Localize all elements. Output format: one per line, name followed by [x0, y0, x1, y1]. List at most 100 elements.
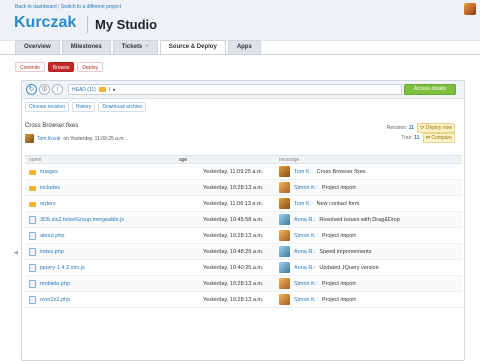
settings-icon[interactable]: ⚙: [39, 84, 50, 95]
file-icon: [29, 231, 36, 240]
user-avatar[interactable]: [464, 3, 476, 15]
file-icon: [29, 279, 36, 288]
cell-age: Yesterday, 10:45:58 a.m.: [203, 216, 264, 223]
switch-project-link[interactable]: Switch to a different project: [61, 4, 121, 10]
cell-age: Yesterday, 10:40:25 a.m.: [203, 264, 264, 271]
back-to-dashboard-link[interactable]: Back to dashboard: [15, 4, 57, 10]
table-row[interactable]: orders Yesterday, 11:06:13 a.m. Tom K.: New…: [25, 196, 462, 212]
tab-source-deploy[interactable]: Source & Deploy: [159, 40, 226, 54]
cell-name: jquery-1.4.2.min.js: [25, 263, 175, 272]
table-row[interactable]: 3D5.sls2.ticketGroup.mergeable.js Yesterd…: [25, 212, 462, 228]
table-body: images Yesterday, 11:09:25 a.m. Tom K.: Cro…: [25, 164, 462, 308]
info-icon[interactable]: i: [52, 84, 63, 95]
tab-overview[interactable]: Overview: [15, 40, 60, 54]
author-link[interactable]: Simon K.:: [294, 281, 318, 287]
top-bar: Back to dashboard | Switch to a differen…: [0, 0, 480, 41]
author-avatar: [279, 278, 290, 289]
cell-name: over2x2.php: [25, 295, 175, 304]
table-header: name age message: [25, 155, 462, 164]
tab-apps[interactable]: Apps: [227, 40, 261, 54]
compare-button[interactable]: ⇄ Compare: [422, 133, 455, 143]
file-name-link[interactable]: jquery-1.4.2.min.js: [40, 265, 85, 271]
column-header-name[interactable]: name: [25, 156, 175, 163]
author-link[interactable]: Anna R.:: [294, 249, 315, 255]
author-link[interactable]: Tom K.:: [294, 169, 313, 175]
cell-name: 3D5.sls2.ticketGroup.mergeable.js: [25, 215, 175, 224]
cell-name: index.php: [25, 247, 175, 256]
tab-tickets[interactable]: Tickets +: [112, 40, 158, 54]
refresh-icon[interactable]: ↻: [26, 84, 37, 95]
file-name-link[interactable]: mobiele.php: [40, 281, 70, 287]
file-name-link[interactable]: 3D5.sls2.ticketGroup.mergeable.js: [40, 217, 124, 223]
cell-message: Anna R.: Updated JQuery version: [275, 262, 462, 273]
subtab-deploy[interactable]: Deploy: [77, 62, 103, 72]
commit-author-line: Tom Koval on Yesterday, 11:09:25 a.m.: [25, 134, 125, 143]
head-revision-label[interactable]: HEAD (11): [72, 85, 96, 95]
cell-name: orders: [25, 200, 175, 207]
column-header-age[interactable]: age: [175, 156, 275, 163]
choose-revision-button[interactable]: Choose revision: [25, 102, 69, 112]
file-name-link[interactable]: orders: [40, 201, 56, 207]
file-name-link[interactable]: about.php: [40, 233, 64, 239]
access-details-button[interactable]: Access details: [404, 84, 456, 95]
author-link[interactable]: Anna R.:: [294, 265, 315, 271]
subtab-commits[interactable]: Commits: [15, 62, 45, 72]
subtab-browse[interactable]: Browse: [47, 62, 75, 72]
file-name-link[interactable]: includes: [40, 185, 60, 191]
author-avatar: [279, 262, 290, 273]
browse-toolbar: ↻ ⚙ i HEAD (11) / ▸ Access details: [22, 81, 464, 99]
table-row[interactable]: jquery-1.4.2.min.js Yesterday, 10:40:25 a…: [25, 260, 462, 276]
file-table: name age message images Yesterday, 11:09:…: [25, 155, 462, 308]
add-ticket-icon[interactable]: +: [145, 41, 149, 54]
tree-label: Tree:: [401, 135, 413, 141]
revision-info: Revision: 11 ⟳ Deploy now Tree: 11 ⇄ Com…: [387, 123, 455, 143]
author-avatar: [279, 182, 290, 193]
commit-author-link[interactable]: Tom Koval: [37, 136, 60, 142]
author-link[interactable]: Tom K.:: [294, 201, 313, 207]
author-link[interactable]: Simon K.:: [294, 185, 318, 191]
download-archive-button[interactable]: Download archive: [98, 102, 147, 112]
cell-age: Yesterday, 10:48:29 a.m.: [203, 248, 264, 255]
table-row[interactable]: over2x2.php Yesterday, 10:28:13 a.m. Simon…: [25, 292, 462, 308]
table-row[interactable]: includes Yesterday, 10:28:13 a.m. Simon K.…: [25, 180, 462, 196]
brand-logo[interactable]: Kurczak: [14, 14, 76, 32]
tab-label: Source & Deploy: [168, 44, 217, 50]
table-row[interactable]: index.php Yesterday, 10:48:29 a.m. Anna R.…: [25, 244, 462, 260]
current-path: /: [108, 86, 111, 93]
top-links: Back to dashboard | Switch to a differen…: [15, 4, 121, 10]
author-link[interactable]: Simon K.:: [294, 297, 318, 303]
table-row[interactable]: mobiele.php Yesterday, 10:28:13 a.m. Simon…: [25, 276, 462, 292]
folder-icon: [98, 87, 106, 92]
history-button[interactable]: History: [71, 102, 96, 112]
cell-message: Simon K.: Project import: [275, 230, 462, 241]
file-name-link[interactable]: images: [40, 169, 58, 175]
main-tabs: Overview Milestones Tickets + Source & De…: [15, 40, 261, 54]
tab-milestones[interactable]: Milestones: [61, 40, 111, 54]
commit-message: Resolved issues with Drag&Drop: [319, 216, 400, 223]
browse-actions: Choose revision History Download archive: [25, 102, 147, 112]
browse-panel: ↻ ⚙ i HEAD (11) / ▸ Access details Choos…: [21, 80, 465, 361]
deploy-now-button[interactable]: ⟳ Deploy now: [417, 123, 455, 133]
author-link[interactable]: Simon K.:: [294, 233, 318, 239]
cell-message: Tom K.: New contact form: [275, 198, 462, 209]
file-icon: [29, 295, 36, 304]
author-avatar: [279, 214, 290, 225]
column-header-message[interactable]: message: [275, 156, 462, 163]
commit-message: Project import: [321, 280, 356, 287]
path-breadcrumb[interactable]: HEAD (11) / ▸: [68, 84, 402, 95]
path-arrow-icon: ▸: [113, 86, 116, 93]
file-name-link[interactable]: over2x2.php: [40, 297, 70, 303]
commit-message: Speed improvements: [319, 248, 372, 255]
folder-icon: [29, 202, 36, 207]
cell-message: Simon K.: Project import: [275, 294, 462, 305]
commit-message: Project import: [321, 296, 356, 303]
sub-tabs: Commits Browse Deploy: [15, 62, 103, 72]
author-link[interactable]: Anna R.:: [294, 217, 315, 223]
table-row[interactable]: images Yesterday, 11:09:25 a.m. Tom K.: Cro…: [25, 164, 462, 180]
collapse-arrow-icon[interactable]: ◀: [14, 250, 18, 256]
file-icon: [29, 247, 36, 256]
file-name-link[interactable]: index.php: [40, 249, 64, 255]
author-avatar: [279, 198, 290, 209]
table-row[interactable]: about.php Yesterday, 10:28:13 a.m. Simon K…: [25, 228, 462, 244]
commit-message: Cross Browser fixes: [316, 168, 366, 175]
